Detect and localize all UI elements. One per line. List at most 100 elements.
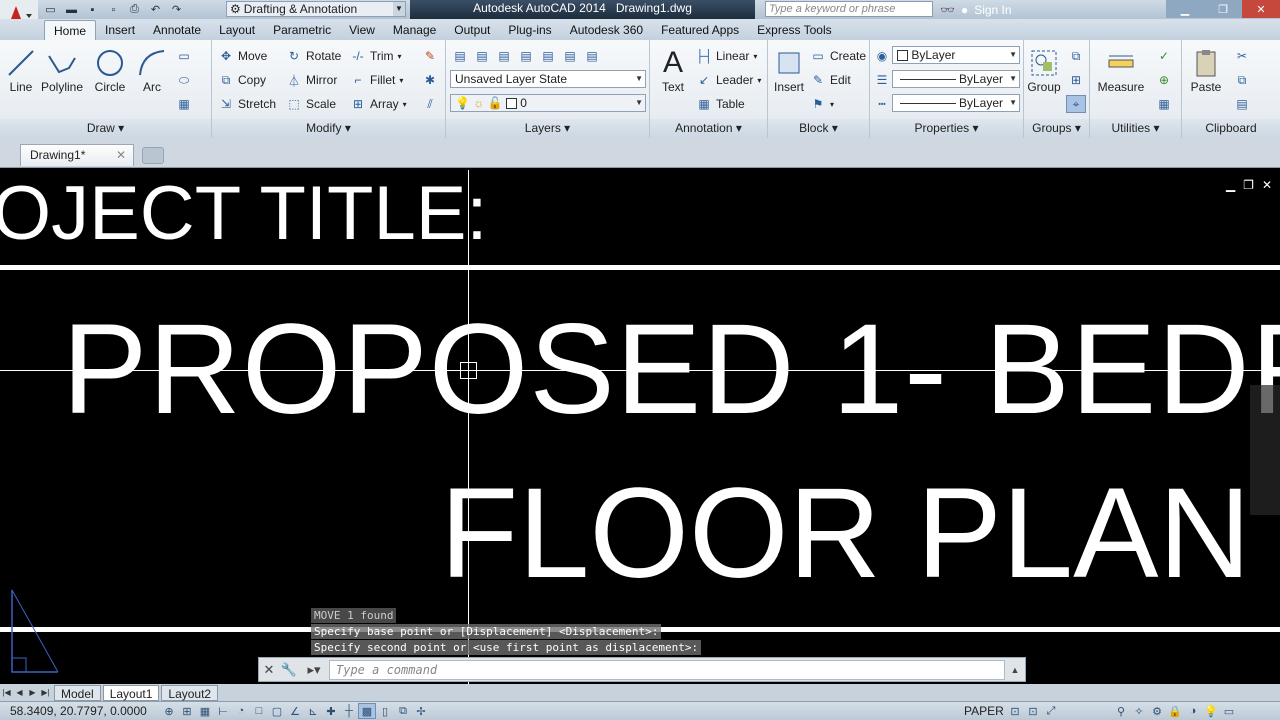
erase-icon[interactable]: ✎: [422, 48, 438, 64]
tab-output[interactable]: Output: [445, 20, 499, 40]
minimize-icon[interactable]: ▁: [1166, 0, 1204, 18]
match-icon[interactable]: ▤: [1234, 96, 1250, 112]
minimize-icon[interactable]: ▁: [1226, 178, 1235, 192]
tab-autodesk360[interactable]: Autodesk 360: [561, 20, 652, 40]
quick-view-layouts-icon[interactable]: ⊡: [1006, 703, 1024, 719]
scale-button[interactable]: ⬚ Scale: [286, 94, 336, 114]
linetype-select[interactable]: ByLayer ▼: [892, 94, 1020, 112]
coordinates-readout[interactable]: 58.3409, 20.7797, 0.0000: [0, 704, 160, 718]
saveas-icon[interactable]: ▫: [105, 2, 122, 17]
first-tab-icon[interactable]: |◀: [0, 686, 13, 699]
group-button[interactable]: Group: [1026, 46, 1062, 94]
lineweight-select[interactable]: ByLayer ▼: [892, 70, 1020, 88]
workspace-selector[interactable]: ⚙ Drafting & Annotation ▼: [226, 1, 406, 17]
layer-state-select[interactable]: Unsaved Layer State ▼: [450, 70, 646, 88]
attribute-button[interactable]: ⚑ ▾: [810, 94, 834, 114]
table-button[interactable]: ▦ Table: [696, 94, 744, 114]
binoculars-icon[interactable]: 👓: [940, 3, 955, 17]
annotation-scale-icon[interactable]: ⚲: [1112, 703, 1130, 719]
layers-panel-title[interactable]: Layers ▾: [446, 119, 649, 138]
tab-view[interactable]: View: [340, 20, 384, 40]
osnap-icon[interactable]: □: [250, 703, 268, 719]
drawing-canvas[interactable]: ▁ ❐ ✕ OJECT TITLE: PROPOSED 1- BEDR FLOO…: [0, 170, 1280, 684]
groups-panel-title[interactable]: Groups ▾: [1024, 119, 1089, 138]
rotate-button[interactable]: ↻ Rotate: [286, 46, 341, 66]
restore-icon[interactable]: ❐: [1204, 0, 1242, 18]
ellipse-icon[interactable]: ⬭: [176, 72, 192, 88]
restore-icon[interactable]: ❐: [1243, 178, 1254, 192]
polyline-button[interactable]: Polyline: [40, 46, 84, 94]
tab-annotate[interactable]: Annotate: [144, 20, 210, 40]
quick-select-icon[interactable]: ✓: [1156, 48, 1172, 64]
project-title-text[interactable]: OJECT TITLE:: [0, 176, 488, 252]
tab-layout[interactable]: Layout: [210, 20, 264, 40]
linetype-icon[interactable]: ┅: [874, 96, 890, 112]
layer-unisolate-icon[interactable]: ▤: [562, 48, 578, 64]
ducs-icon[interactable]: ⊾: [304, 703, 322, 719]
select-all-icon[interactable]: ⊕: [1156, 72, 1172, 88]
quick-properties-icon[interactable]: ▯: [376, 703, 394, 719]
save-icon[interactable]: ▪: [84, 2, 101, 17]
layer-match-icon[interactable]: ▤: [540, 48, 556, 64]
group-edit-icon[interactable]: ⊞: [1068, 72, 1084, 88]
polar-icon[interactable]: ◔: [232, 703, 250, 719]
arc-button[interactable]: Arc: [134, 46, 170, 94]
command-input[interactable]: Type a command: [329, 659, 1005, 680]
copy-clip-icon[interactable]: ⧉: [1234, 72, 1250, 88]
layer-select[interactable]: 💡 ☼ 🔓 0 ▼: [450, 94, 646, 112]
color-select[interactable]: ByLayer ▼: [892, 46, 1020, 64]
undo-icon[interactable]: ↶: [147, 2, 164, 17]
line-button[interactable]: Line: [4, 46, 38, 94]
tab-plugins[interactable]: Plug-ins: [499, 20, 560, 40]
utilities-panel-title[interactable]: Utilities ▾: [1090, 119, 1181, 138]
group-selection-icon[interactable]: ⌖: [1066, 95, 1086, 113]
3d-osnap-icon[interactable]: ▢: [268, 703, 286, 719]
paper-space-toggle[interactable]: PAPER: [964, 704, 1004, 718]
measure-button[interactable]: Measure: [1096, 46, 1146, 94]
floor-plan-text[interactable]: FLOOR PLAN: [440, 470, 1251, 598]
prev-tab-icon[interactable]: ◀: [13, 686, 26, 699]
array-button[interactable]: ⊞ Array ▾: [350, 94, 407, 114]
transparency-icon[interactable]: ▩: [358, 703, 376, 719]
workspace-switching-icon[interactable]: ⚙: [1148, 703, 1166, 719]
hatch-icon[interactable]: ▦: [176, 96, 192, 112]
lineweight-icon[interactable]: ☰: [874, 72, 890, 88]
layer-off-icon[interactable]: ▤: [496, 48, 512, 64]
edit-block-button[interactable]: ✎ Edit: [810, 70, 851, 90]
close-icon[interactable]: ✕: [1262, 178, 1272, 192]
lock-icon[interactable]: 🔒: [1166, 703, 1184, 719]
linear-button[interactable]: ├┤ Linear ▾: [696, 46, 758, 66]
tab-parametric[interactable]: Parametric: [264, 20, 340, 40]
signin-link[interactable]: Sign In: [974, 3, 1011, 17]
grid-icon[interactable]: ▦: [196, 703, 214, 719]
clean-screen-icon[interactable]: ▭: [1220, 703, 1238, 719]
move-button[interactable]: ✥ Move: [218, 46, 267, 66]
paste-button[interactable]: Paste: [1186, 46, 1226, 94]
tab-drawing1[interactable]: Drawing1* ✕: [20, 144, 134, 166]
quick-view-drawings-icon[interactable]: ⊡: [1024, 703, 1042, 719]
draw-panel-title[interactable]: Draw ▾: [0, 119, 211, 138]
ortho-icon[interactable]: ⊢: [214, 703, 232, 719]
otrack-icon[interactable]: ∠: [286, 703, 304, 719]
cut-icon[interactable]: ✂: [1234, 48, 1250, 64]
properties-panel-title[interactable]: Properties ▾: [870, 119, 1023, 138]
lineweight-toggle-icon[interactable]: ┼: [340, 703, 358, 719]
next-tab-icon[interactable]: ▶: [26, 686, 39, 699]
match-properties-icon[interactable]: ◉: [874, 48, 890, 64]
explode-icon[interactable]: ✱: [422, 72, 438, 88]
calculator-icon[interactable]: ▦: [1156, 96, 1172, 112]
circle-button[interactable]: Circle: [90, 46, 130, 94]
ungroup-icon[interactable]: ⧉: [1068, 48, 1084, 64]
create-block-button[interactable]: ▭ Create: [810, 46, 866, 66]
new-tab-button[interactable]: [142, 147, 164, 164]
prompt-icon[interactable]: ▸▾: [299, 659, 329, 681]
copy-button[interactable]: ⧉ Copy: [218, 70, 266, 90]
leader-button[interactable]: ↙ Leader ▾: [696, 70, 761, 90]
fillet-button[interactable]: ⌐ Fillet ▾: [350, 70, 403, 90]
block-panel-title[interactable]: Block ▾: [768, 119, 869, 138]
tab-home[interactable]: Home: [44, 20, 97, 40]
tab-manage[interactable]: Manage: [384, 20, 445, 40]
tab-express-tools[interactable]: Express Tools: [748, 20, 840, 40]
annotation-monitor-icon[interactable]: ✢: [412, 703, 430, 719]
tab-insert[interactable]: Insert: [96, 20, 144, 40]
